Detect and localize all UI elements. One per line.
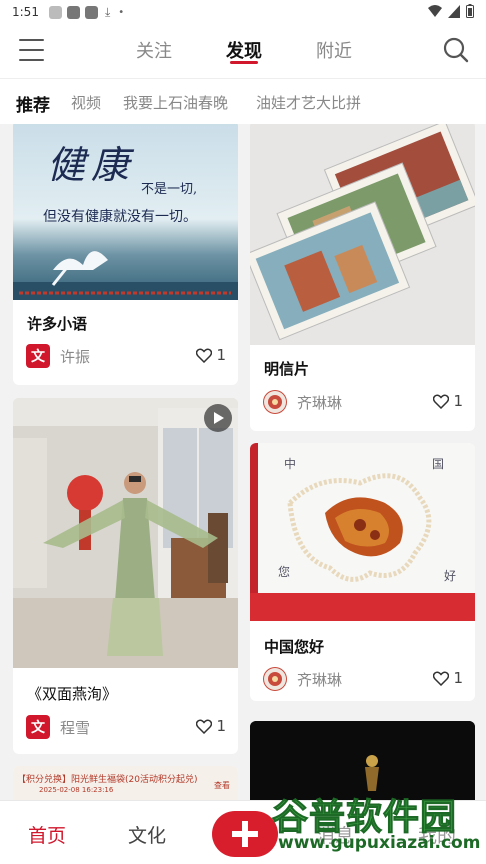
status-time: 1:51: [12, 5, 39, 19]
category-oil-gala[interactable]: 我要上石油春晚: [123, 92, 228, 113]
post-image: 【积分兑换】阳光鲜生福袋(20活动积分起兑) 2025-02-08 16:23:…: [13, 766, 238, 800]
battery-icon: [466, 4, 474, 18]
like-count: 1: [216, 346, 226, 364]
status-dot: •: [118, 6, 125, 18]
image-char: 好: [444, 569, 457, 583]
top-header: 关注 发现 附近: [0, 24, 486, 78]
like-count: 1: [216, 717, 226, 735]
image-text-line2: 2025-02-08 16:23:16: [39, 786, 114, 794]
like-count: 1: [453, 392, 463, 410]
notification-icon: [84, 5, 98, 19]
content-feed[interactable]: 健康 不是一切, 但没有健康就没有一切。 许多小语 文 许振 1 《双面燕洵》 …: [0, 124, 486, 800]
post-title: 许多小语: [27, 315, 88, 333]
heart-icon: [433, 394, 450, 409]
author-name[interactable]: 程雪: [60, 717, 90, 738]
tab-nearby[interactable]: 附近: [316, 37, 352, 63]
status-icons: [428, 4, 474, 18]
search-icon[interactable]: [442, 36, 470, 64]
download-icon: ⤓: [104, 4, 111, 19]
heart-icon: [196, 719, 213, 734]
like-button[interactable]: 1: [433, 669, 463, 687]
watermark-logo: 谷普软件园 www.gupuxiazai.com: [270, 788, 486, 864]
post-card[interactable]: 健康 不是一切, 但没有健康就没有一切。 许多小语 文 许振 1: [13, 124, 238, 385]
heart-icon: [433, 671, 450, 686]
image-char: 国: [432, 457, 445, 471]
wifi-icon: [428, 5, 442, 17]
post-card[interactable]: 【积分兑换】阳光鲜生福袋(20活动积分起兑) 2025-02-08 16:23:…: [13, 766, 238, 800]
image-char: 中: [284, 457, 297, 471]
category-bar: 推荐 视频 我要上石油春晚 油娃才艺大比拼: [0, 78, 486, 124]
tab-discover[interactable]: 发现: [226, 37, 262, 63]
image-view-link: 查看: [214, 781, 230, 790]
post-card[interactable]: 中 国 您 好 中国您好 齐琳琳 1: [250, 443, 475, 701]
like-button[interactable]: 1: [433, 392, 463, 410]
category-video[interactable]: 视频: [71, 92, 101, 113]
heart-icon: [196, 348, 213, 363]
author-name[interactable]: 齐琳琳: [297, 669, 342, 690]
image-char: 您: [278, 565, 291, 579]
post-video-thumbnail: [13, 398, 238, 668]
author-name[interactable]: 齐琳琳: [297, 392, 342, 413]
menu-icon[interactable]: [19, 39, 44, 61]
post-title: 明信片: [264, 360, 310, 378]
category-recommend[interactable]: 推荐: [16, 91, 50, 116]
like-button[interactable]: 1: [196, 346, 226, 364]
author-avatar[interactable]: 文: [26, 344, 50, 368]
nav-culture[interactable]: 文化: [128, 821, 166, 848]
active-tab-indicator: [230, 61, 258, 64]
author-avatar[interactable]: 文: [26, 715, 50, 739]
play-icon[interactable]: [204, 404, 232, 432]
post-image: 中 国 您 好: [250, 443, 475, 621]
tab-follow[interactable]: 关注: [136, 37, 172, 63]
plus-icon: [232, 821, 258, 847]
post-title: 中国您好: [264, 638, 325, 656]
like-button[interactable]: 1: [196, 717, 226, 735]
post-image: 健康 不是一切, 但没有健康就没有一切。: [13, 124, 238, 300]
post-card[interactable]: 明信片 齐琳琳 1: [250, 124, 475, 431]
like-count: 1: [453, 669, 463, 687]
author-name[interactable]: 许振: [60, 346, 90, 367]
image-text-line1: 【积分兑换】阳光鲜生福袋(20活动积分起兑): [17, 775, 198, 785]
status-bar: 1:51 ⤓ •: [0, 0, 486, 24]
post-title: 《双面燕洵》: [27, 685, 118, 703]
add-post-button[interactable]: [212, 811, 278, 857]
category-talent-contest[interactable]: 油娃才艺大比拼: [256, 92, 361, 113]
image-text-line2: 但没有健康就没有一切。: [43, 209, 197, 225]
post-image: [250, 124, 475, 345]
image-calligraphy: 健康: [47, 143, 136, 187]
notification-icon: [48, 5, 62, 19]
notification-icon: [66, 5, 80, 19]
image-text-line1: 不是一切,: [141, 182, 198, 197]
watermark-url: www.gupuxiazai.com: [278, 833, 481, 853]
author-avatar[interactable]: [263, 667, 287, 691]
author-avatar[interactable]: [263, 390, 287, 414]
nav-home[interactable]: 首页: [28, 821, 66, 848]
signal-icon: [448, 4, 460, 18]
post-card[interactable]: 《双面燕洵》 文 程雪 1: [13, 398, 238, 754]
